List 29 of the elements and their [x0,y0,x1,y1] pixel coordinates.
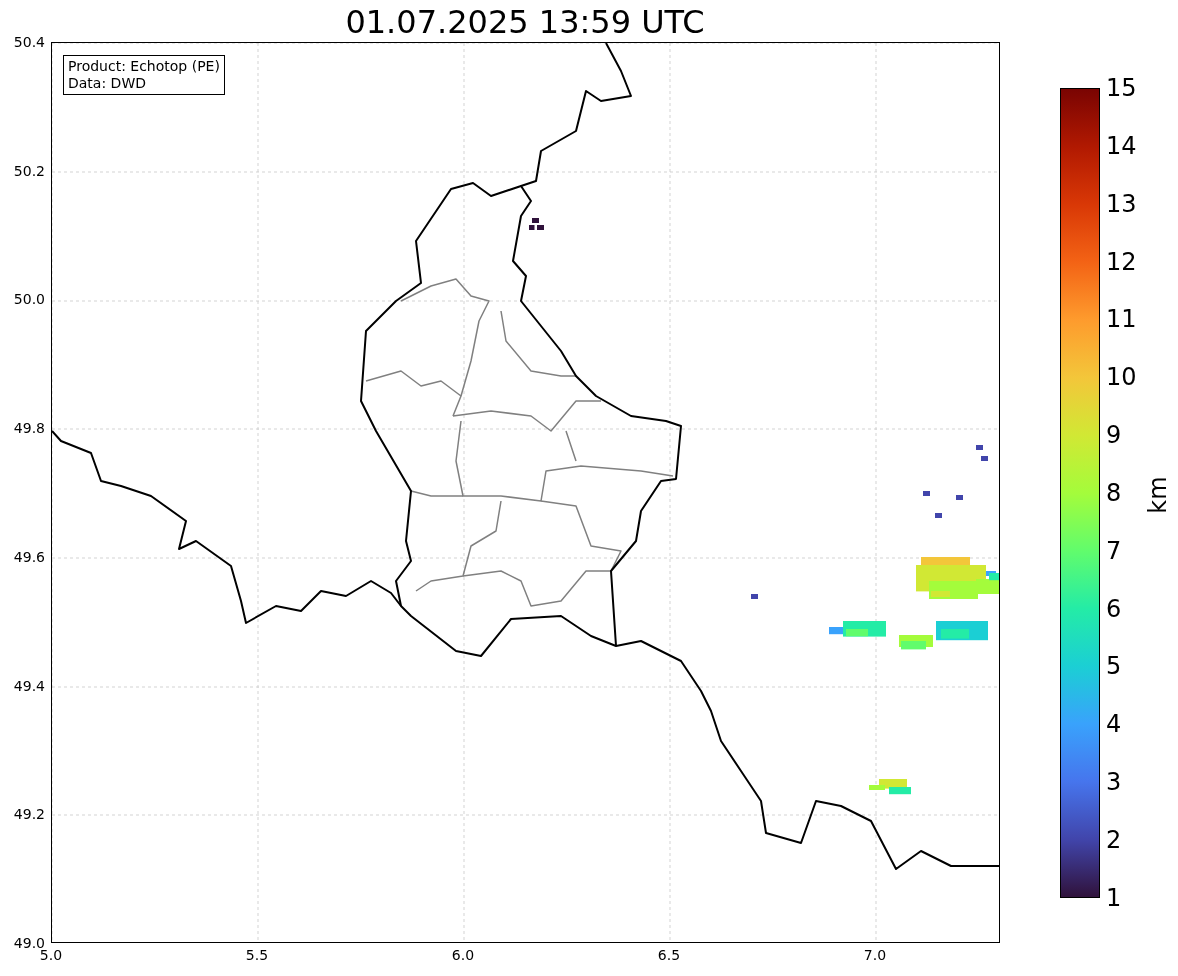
axis-tick-label: 5.5 [244,947,270,963]
colorbar-tick-label: 2 [1106,827,1122,852]
colorbar-tick-label: 12 [1106,249,1137,274]
axis-tick-label: 50.2 [13,162,45,179]
colorbar-tick-label: 15 [1106,76,1137,100]
colorbar-tick-label: 8 [1106,480,1122,505]
axis-tick-label: 49.4 [13,677,45,694]
legend-text: Product: Echotop (PE) [68,58,220,75]
axis-tick-label: 49.2 [13,806,45,823]
colorbar-tick-label: 13 [1106,191,1137,216]
axis-tick-label: 49.6 [13,548,45,565]
colorbar-tick-label: 14 [1106,133,1137,158]
colorbar-tick-label: 9 [1106,423,1122,448]
axis-tick-label: 50.0 [13,291,45,308]
colorbar-tick-label: 3 [1106,770,1122,795]
axis-tick-label: 6.0 [450,947,476,963]
axis-tick-label: 7.0 [862,947,888,963]
colorbar-tick-label: 6 [1106,596,1122,621]
colorbar-tick-label: 4 [1106,712,1122,737]
colorbar-tick-label: 11 [1106,307,1137,332]
legend-text: Data: DWD [68,75,147,92]
colorbar-tick-label: 1 [1106,885,1122,910]
colorbar-tick-label: 5 [1106,654,1122,679]
colorbar-tick-label: 10 [1106,365,1137,390]
colorbar-label: km [1144,476,1172,514]
axis-tick-label: 50.4 [13,34,45,50]
axis-tick-label: 6.5 [656,947,682,963]
colorbar-tick-label: 7 [1106,538,1122,563]
axis-tick-label: 49.8 [13,420,45,437]
